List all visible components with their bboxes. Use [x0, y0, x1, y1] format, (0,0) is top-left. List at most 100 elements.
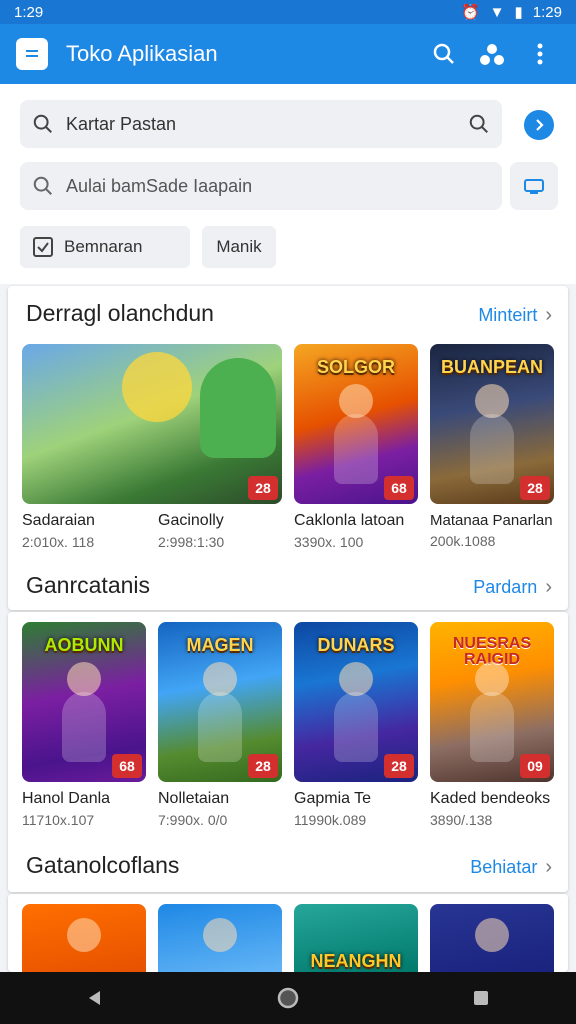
game-logo: NEANGHN — [310, 951, 402, 971]
rating-badge: 28 — [520, 476, 550, 500]
section-more-link[interactable]: Pardarn › — [473, 576, 552, 599]
hero-shape — [122, 352, 192, 422]
app-thumbnail: MAGEN 28 — [158, 622, 282, 782]
section-title: Ganrcatanis — [26, 572, 151, 598]
chevron-right-icon — [536, 119, 544, 131]
secondary-search-field[interactable]: Aulai bamSade Iaapain — [20, 162, 502, 210]
app-thumbnail: SOLGOR 68 — [294, 344, 418, 504]
app-tile[interactable]: BUANPEAN 28 Matanaa Panarlan 200k.1088 — [430, 344, 554, 549]
app-bar: Toko Aplikasian — [0, 24, 576, 84]
go-button[interactable] — [524, 110, 554, 140]
system-nav-bar — [0, 972, 576, 1024]
chevron-right-icon: › — [545, 576, 552, 598]
character-head — [475, 662, 509, 696]
game-logo: BUANPEAN — [440, 357, 543, 377]
app-title: Toko Aplikasian — [66, 41, 218, 66]
recents-icon — [473, 991, 488, 1005]
cast-icon — [524, 179, 544, 194]
app-name: Nolletaian — [158, 790, 230, 807]
chip-1[interactable]: Manik — [202, 226, 276, 268]
more-vert-icon — [537, 43, 543, 65]
character-figure — [334, 414, 378, 484]
app-stats: 3890/.138 — [430, 812, 493, 828]
app-thumbnail: AOBUNN 68 — [22, 622, 146, 782]
section-card: AOBUNN 68 Hanol Danla 11710x.107 MAGEN 2… — [8, 612, 568, 892]
secondary-search-value: Aulai bamSade Iaapain — [66, 175, 253, 196]
monster-shape — [200, 358, 276, 458]
chip-0[interactable]: Bemnaran — [20, 226, 190, 268]
app-tile[interactable]: DUNARS 28 Gapmia Te 11990k.089 — [294, 622, 418, 828]
chevron-right-icon: › — [545, 856, 552, 878]
app-tile[interactable]: NUESRAS RAIGID 09 Kaded bendeoks 3890/.1… — [430, 622, 554, 828]
app-thumbnail: 28 — [22, 344, 282, 504]
section-title: Gatanolcoflans — [26, 852, 180, 878]
character-head — [203, 918, 237, 952]
search-icon — [33, 176, 52, 195]
app-tile[interactable]: AOBUNN 68 Hanol Danla 11710x.107 — [22, 622, 146, 828]
character-head — [475, 384, 509, 418]
primary-search-value: Kartar Pastan — [66, 113, 177, 134]
rating-badge: 68 — [112, 754, 142, 778]
menu-button[interactable] — [16, 38, 48, 70]
back-icon — [89, 991, 101, 1005]
rating-badge: 68 — [384, 476, 414, 500]
primary-search-field[interactable]: Kartar Pastan — [20, 100, 502, 148]
character-figure — [470, 414, 514, 484]
character-figure — [198, 692, 242, 762]
app-stats: 7:990x. 0/0 — [158, 812, 228, 828]
app-name: Gapmia Te — [294, 790, 372, 807]
app-tile[interactable]: SOLGOR 68 Caklonla latoan 3390x. 100 — [294, 344, 418, 550]
app-tile[interactable]: Gacinolly 2:998:1:30 — [158, 504, 282, 550]
app-tile[interactable] — [430, 904, 554, 972]
checkbox-icon — [33, 237, 53, 257]
section-title: Derragl olanchdun — [26, 300, 214, 326]
app-name: Kaded bendeoks — [430, 790, 551, 807]
game-logo: DUNARS — [317, 635, 395, 655]
app-name: Caklonla latoan — [294, 512, 405, 529]
game-logo: SOLGOR — [316, 357, 395, 377]
section-more-link[interactable]: Behiatar › — [470, 856, 552, 879]
app-tile[interactable] — [22, 904, 146, 972]
app-thumbnail: NUESRAS RAIGID 09 — [430, 622, 554, 782]
app-thumbnail — [430, 904, 554, 972]
character-head — [67, 918, 101, 952]
back-button[interactable] — [86, 989, 104, 1007]
character-head — [339, 662, 373, 696]
app-name: Sadaraian — [22, 512, 95, 529]
status-time-right: 1:29 — [532, 3, 562, 21]
game-logo: MAGEN — [186, 635, 254, 655]
character-head — [203, 662, 237, 696]
recents-button[interactable] — [472, 989, 490, 1007]
home-icon — [277, 987, 299, 1009]
section-more-link[interactable]: Minteirt › — [478, 304, 552, 327]
search-icon — [33, 114, 52, 133]
more-button[interactable] — [520, 34, 560, 74]
section-card: NEANGHN — [8, 894, 568, 972]
rating-badge: 28 — [384, 754, 414, 778]
home-button[interactable] — [277, 987, 299, 1009]
alarm-icon: ⏰ — [460, 4, 480, 21]
app-tile[interactable]: MAGEN 28 Nolletaian 7:990x. 0/0 — [158, 622, 282, 828]
app-tile[interactable]: NEANGHN — [294, 904, 418, 972]
app-tile[interactable] — [158, 904, 282, 972]
app-tile[interactable]: 28 Sadaraian 2:010x. 118 — [22, 344, 282, 550]
app-stats: 3390x. 100 — [294, 534, 364, 550]
chevron-right-icon: › — [545, 304, 552, 326]
cast-button[interactable] — [510, 162, 558, 210]
app-name: Matanaa Panarlan — [430, 512, 553, 529]
rating-badge: 28 — [248, 476, 278, 500]
rating-badge: 09 — [520, 754, 550, 778]
search-button[interactable] — [424, 34, 464, 74]
character-head — [67, 662, 101, 696]
search-icon[interactable] — [468, 113, 490, 135]
app-name: Hanol Danla — [22, 790, 111, 807]
account-button[interactable] — [472, 34, 512, 74]
character-head — [475, 918, 509, 952]
section-more-label: Pardarn — [473, 577, 538, 597]
chip-label: Manik — [216, 237, 262, 256]
character-head — [339, 384, 373, 418]
battery-icon: ▮ — [514, 4, 523, 21]
character-figure — [334, 692, 378, 762]
character-figure — [62, 692, 106, 762]
app-stats: 11990k.089 — [294, 812, 367, 828]
